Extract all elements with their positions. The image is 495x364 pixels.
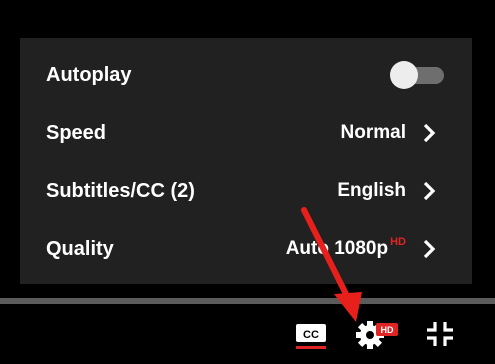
cc-label: CC [303,329,319,341]
progress-bar[interactable] [0,298,495,304]
subtitles-active-underline [296,346,326,349]
subtitles-value: English [337,180,406,201]
autoplay-toggle[interactable] [386,57,448,93]
exit-fullscreen-icon [427,322,453,346]
speed-row[interactable]: Speed Normal [20,104,472,162]
chevron-right-icon [423,181,436,201]
exit-fullscreen-button[interactable] [420,318,460,350]
settings-menu: Autoplay Speed Normal Subtitles/CC (2) E… [20,38,472,284]
quality-hd-badge: HD [390,236,406,248]
autoplay-label: Autoplay [46,63,132,86]
speed-label: Speed [46,121,107,144]
chevron-right-icon [423,239,436,259]
autoplay-row[interactable]: Autoplay [20,46,472,104]
subtitles-label: Subtitles/CC (2) [46,179,195,202]
chevron-right-icon [423,123,436,143]
subtitles-row[interactable]: Subtitles/CC (2) English [20,162,472,220]
quality-label: Quality [46,237,114,260]
speed-value: Normal [340,122,406,143]
quality-row[interactable]: Quality Auto 1080p HD [20,220,472,278]
annotation-arrow-icon [301,207,362,322]
settings-hd-badge-text: HD [381,325,394,335]
